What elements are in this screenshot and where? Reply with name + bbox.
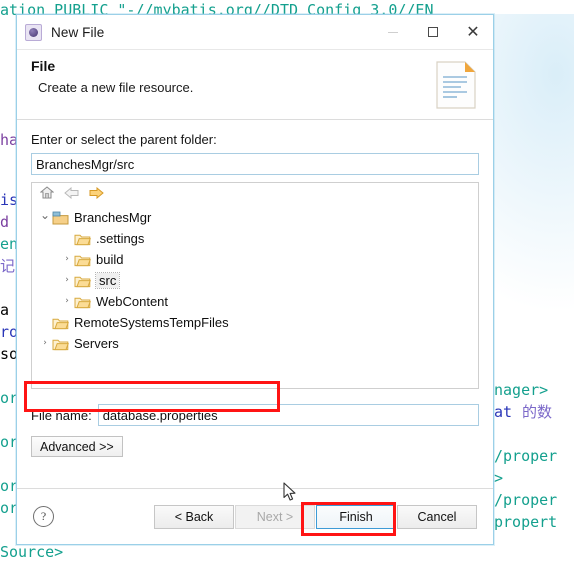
finish-button[interactable]: Finish [316,504,396,529]
code-line: propert [494,513,558,531]
tree-row[interactable]: › build [32,249,478,270]
close-icon[interactable]: ✕ [453,16,493,49]
code-line: 的数 [522,403,553,421]
tree-item-label: .settings [96,231,145,246]
dialog-titlebar: New File ✕ [17,15,493,50]
code-line: nager> [494,381,549,399]
folder-icon [52,316,69,330]
filename-row: File name: database.properties [31,404,479,426]
page-description: Create a new file resource. [38,80,194,95]
folder-icon [74,232,91,246]
chevron-icon[interactable]: › [60,255,74,264]
code-line: /proper [494,447,558,465]
dialog-title: New File [51,24,105,40]
dialog-footer: ? < Back Next > Finish Cancel [17,488,493,544]
wizard-header: File Create a new file resource. [17,50,493,120]
minimize-button[interactable] [373,16,413,49]
tree-item-label: build [96,252,124,267]
back-arrow-icon[interactable] [64,186,79,204]
tree-item-label: RemoteSystemsTempFiles [74,315,229,330]
tree-item-label: WebContent [96,294,169,309]
tree-row[interactable]: RemoteSystemsTempFiles [32,312,478,333]
code-line: at [494,403,513,421]
folder-icon [74,295,91,309]
filename-value: database.properties [102,407,218,423]
forward-arrow-icon[interactable] [89,186,104,204]
parent-folder-input[interactable]: BranchesMgr/src [31,153,479,175]
tree-item-label: src [94,272,121,289]
code-line: a [0,301,10,319]
tree-row[interactable]: › WebContent [32,291,478,312]
tree-toolbar [32,183,478,206]
chevron-icon[interactable]: ⌄ [38,209,52,221]
code-line: > [494,469,504,487]
chevron-icon[interactable]: › [38,339,52,348]
folder-icon [74,253,91,267]
folder-icon [74,274,91,288]
chevron-icon[interactable]: › [60,297,74,306]
chevron-icon[interactable]: › [60,276,74,285]
close-glyph: ✕ [466,22,480,41]
filename-label: File name: [31,407,92,423]
next-button: Next > [235,504,315,529]
cancel-button[interactable]: Cancel [397,504,477,529]
parent-folder-label: Enter or select the parent folder: [31,132,217,147]
eclipse-new-file-icon [25,23,42,41]
wizard-page-body: Enter or select the parent folder: Branc… [17,120,493,488]
project-folder-icon [52,211,69,225]
code-line: 记 [0,257,16,275]
code-line: Source> [0,543,64,561]
advanced-button[interactable]: Advanced >> [31,436,123,457]
code-line: d [0,213,10,231]
filename-input[interactable]: database.properties [97,404,479,426]
tree-row[interactable]: › Servers [32,333,478,354]
tree-row-list: ⌄ BranchesMgr .settings › build › src › WebConte… [32,206,478,354]
maximize-button[interactable] [413,16,453,49]
folder-tree[interactable]: ⌄ BranchesMgr .settings › build › src › WebConte… [31,182,479,389]
back-button[interactable]: < Back [154,504,234,529]
tree-item-label: BranchesMgr [74,210,152,225]
page-title: File [31,58,56,74]
home-icon[interactable] [39,185,55,204]
tree-item-label: Servers [74,336,119,351]
new-file-dialog: New File ✕ File Create a new file resour… [16,14,494,545]
help-icon[interactable]: ? [33,506,54,527]
code-line: /proper [494,491,558,509]
tree-row[interactable]: ⌄ BranchesMgr [32,207,478,228]
folder-icon [52,337,69,351]
file-document-icon [435,60,477,110]
tree-row[interactable]: .settings [32,228,478,249]
tree-row[interactable]: › src [32,270,478,291]
parent-folder-value: BranchesMgr/src [36,156,135,172]
